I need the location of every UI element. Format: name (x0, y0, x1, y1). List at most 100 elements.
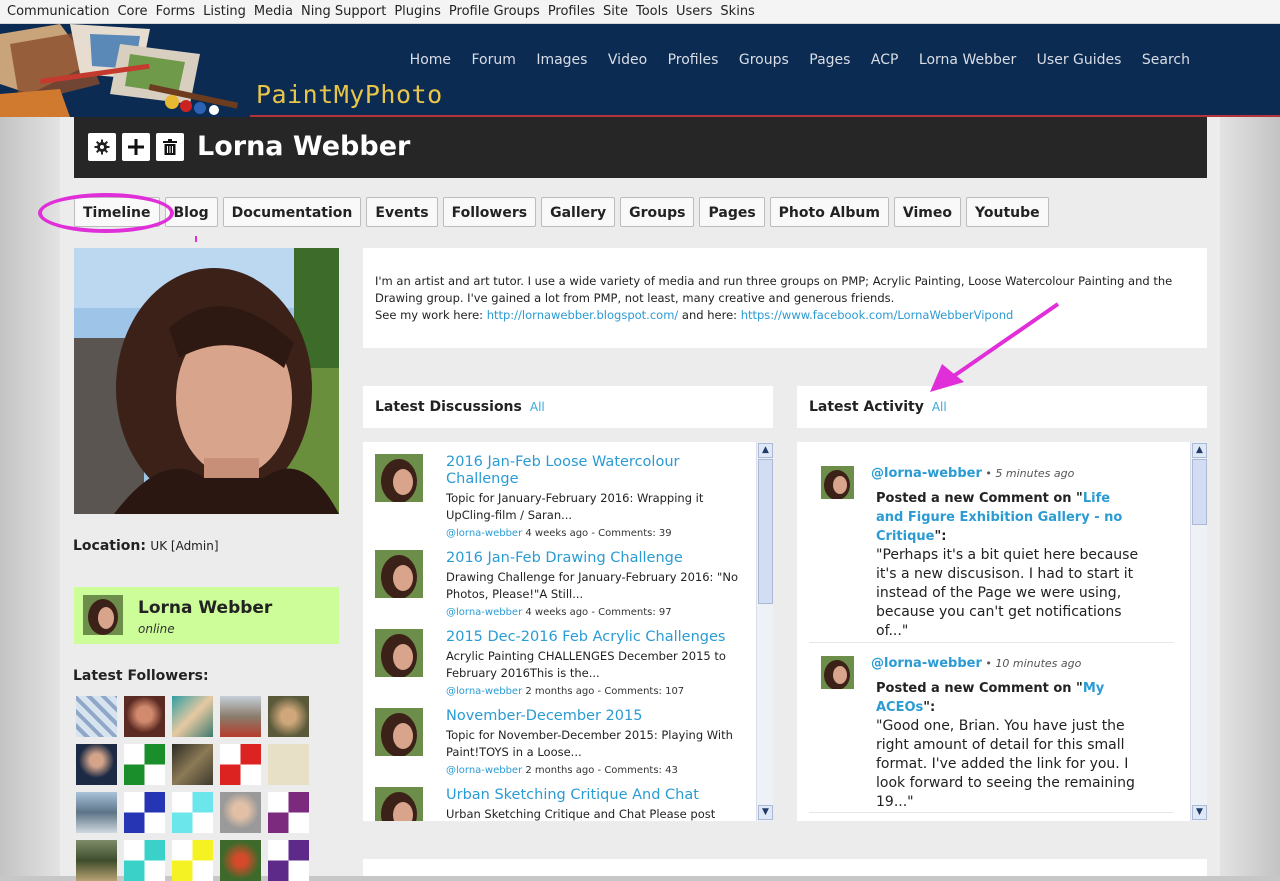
discussion-meta-text: 4 weeks ago - Comments: 97 (522, 607, 672, 618)
discussion-thumbnail[interactable] (375, 787, 423, 821)
discussion-author-link[interactable]: @lorna-webber (446, 765, 522, 776)
discussion-thumbnail[interactable] (375, 629, 423, 677)
admin-menu-skins[interactable]: Skins (720, 4, 754, 19)
discussion-title-link[interactable]: 2016 Jan-Feb Drawing Challenge (446, 550, 746, 567)
scroll-up-icon[interactable]: ▲ (1192, 443, 1207, 458)
follower-avatar[interactable] (268, 792, 309, 833)
activity-action: Posted a new Comment on " (876, 491, 1083, 506)
follower-avatar[interactable] (172, 696, 213, 737)
follower-avatar[interactable] (76, 792, 117, 833)
online-status-card[interactable]: Lorna Webber online (74, 587, 339, 644)
tab-followers[interactable]: Followers (442, 197, 537, 227)
activity-avatar[interactable] (821, 466, 854, 499)
tab-groups[interactable]: Groups (620, 197, 695, 227)
online-user-name[interactable]: Lorna Webber (138, 598, 272, 618)
follower-avatar[interactable] (124, 840, 165, 881)
follower-avatar[interactable] (124, 696, 165, 737)
discussion-thumbnail[interactable] (375, 550, 423, 598)
nav-search[interactable]: Search (1142, 52, 1190, 68)
follower-avatar[interactable] (220, 792, 261, 833)
add-button[interactable] (122, 133, 150, 161)
admin-menu-forms[interactable]: Forms (156, 4, 196, 19)
activity-all-link[interactable]: All (932, 400, 947, 414)
admin-menu-profiles[interactable]: Profiles (548, 4, 595, 19)
nav-groups[interactable]: Groups (739, 52, 789, 68)
tab-timeline[interactable]: Timeline (74, 197, 160, 227)
delete-button[interactable] (156, 133, 184, 161)
nav-profiles[interactable]: Profiles (668, 52, 719, 68)
scrollbar-thumb[interactable] (758, 459, 773, 604)
admin-menu-site[interactable]: Site (603, 4, 628, 19)
nav-user-guides[interactable]: User Guides (1037, 52, 1122, 68)
discussion-author-link[interactable]: @lorna-webber (446, 686, 522, 697)
follower-avatar[interactable] (268, 696, 309, 737)
activity-avatar[interactable] (821, 656, 854, 689)
follower-avatar[interactable] (172, 792, 213, 833)
activity-scrollbar[interactable]: ▲ ▼ (1190, 442, 1207, 821)
tab-vimeo[interactable]: Vimeo (893, 197, 962, 227)
follower-avatar[interactable] (220, 840, 261, 881)
discussion-title-link[interactable]: November-December 2015 (446, 708, 746, 725)
nav-acp[interactable]: ACP (871, 52, 899, 68)
banner-art-image (0, 24, 250, 117)
discussion-author-link[interactable]: @lorna-webber (446, 607, 522, 618)
follower-avatar[interactable] (268, 840, 309, 881)
follower-avatar[interactable] (76, 744, 117, 785)
follower-avatar[interactable] (220, 696, 261, 737)
page-side-left (0, 117, 60, 876)
latest-activity-list: @lorna-webber • 5 minutes ago Posted a n… (797, 442, 1207, 821)
tab-gallery[interactable]: Gallery (541, 197, 616, 227)
follower-avatar[interactable] (124, 744, 165, 785)
blog-link[interactable]: http://lornawebber.blogspot.com/ (487, 308, 679, 322)
admin-menu-communication[interactable]: Communication (7, 4, 109, 19)
settings-button[interactable] (88, 133, 116, 161)
admin-menu-core[interactable]: Core (117, 4, 147, 19)
admin-menu-plugins[interactable]: Plugins (394, 4, 441, 19)
admin-menu-media[interactable]: Media (254, 4, 293, 19)
follower-avatar[interactable] (268, 744, 309, 785)
admin-menu-ning-support[interactable]: Ning Support (301, 4, 386, 19)
follower-avatar[interactable] (76, 696, 117, 737)
discussion-author-link[interactable]: @lorna-webber (446, 528, 522, 539)
tab-documentation[interactable]: Documentation (222, 197, 362, 227)
nav-pages[interactable]: Pages (809, 52, 850, 68)
scroll-down-icon[interactable]: ▼ (1192, 805, 1207, 820)
annotation-arrow (930, 302, 1060, 392)
follower-avatar[interactable] (172, 840, 213, 881)
follower-avatar[interactable] (76, 840, 117, 881)
tab-blog[interactable]: Blog (164, 197, 218, 227)
follower-avatar[interactable] (172, 744, 213, 785)
admin-menu-users[interactable]: Users (676, 4, 712, 19)
scroll-down-icon[interactable]: ▼ (758, 805, 773, 820)
nav-forum[interactable]: Forum (471, 52, 515, 68)
discussion-thumbnail[interactable] (375, 708, 423, 756)
nav-home[interactable]: Home (410, 52, 451, 68)
scrollbar-thumb[interactable] (1192, 459, 1207, 525)
nav-images[interactable]: Images (536, 52, 587, 68)
discussion-thumbnail[interactable] (375, 454, 423, 502)
discussions-all-link[interactable]: All (530, 400, 545, 414)
admin-menu-tools[interactable]: Tools (636, 4, 668, 19)
profile-photo[interactable] (74, 248, 339, 514)
tab-youtube[interactable]: Youtube (966, 197, 1049, 227)
admin-menu-listing[interactable]: Listing (203, 4, 246, 19)
page-side-right (1220, 117, 1280, 876)
discussion-title-link[interactable]: Urban Sketching Critique And Chat (446, 787, 746, 804)
discussion-title-link[interactable]: 2015 Dec-2016 Feb Acrylic Challenges (446, 629, 746, 646)
nav-video[interactable]: Video (608, 52, 647, 68)
activity-user-name[interactable]: @lorna-webber (871, 656, 982, 671)
activity-user-link[interactable]: @lorna-webber • 5 minutes ago (871, 466, 1074, 481)
admin-menu-profile-groups[interactable]: Profile Groups (449, 4, 540, 19)
discussions-scrollbar[interactable]: ▲ ▼ (756, 442, 773, 821)
follower-avatar[interactable] (220, 744, 261, 785)
tab-pages[interactable]: Pages (699, 197, 765, 227)
activity-user-link[interactable]: @lorna-webber • 10 minutes ago (871, 656, 1081, 671)
follower-avatar[interactable] (124, 792, 165, 833)
tab-photo-album[interactable]: Photo Album (769, 197, 889, 227)
tab-events[interactable]: Events (366, 197, 438, 227)
activity-user-name[interactable]: @lorna-webber (871, 466, 982, 481)
site-logo-text[interactable]: PaintMyPhoto (256, 80, 443, 109)
scroll-up-icon[interactable]: ▲ (758, 443, 773, 458)
nav-user-profile[interactable]: Lorna Webber (919, 52, 1016, 68)
discussion-title-link[interactable]: 2016 Jan-Feb Loose Watercolour Challenge (446, 454, 746, 488)
